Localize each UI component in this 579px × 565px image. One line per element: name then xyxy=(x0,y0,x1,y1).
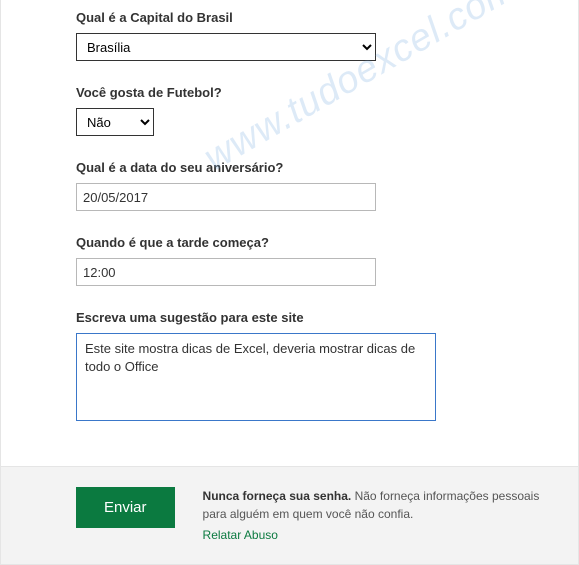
footer-warning-bold: Nunca forneça sua senha. xyxy=(203,489,352,503)
label-capital: Qual é a Capital do Brasil xyxy=(76,10,503,25)
footer-warning: Nunca forneça sua senha. Não forneça inf… xyxy=(203,487,546,544)
input-aniversario[interactable] xyxy=(76,183,376,211)
label-futebol: Você gosta de Futebol? xyxy=(76,85,503,100)
footer: Enviar Nunca forneça sua senha. Não forn… xyxy=(1,466,578,564)
form-area: Qual é a Capital do Brasil Brasília Você… xyxy=(1,0,578,466)
select-capital[interactable]: Brasília xyxy=(76,33,376,61)
label-aniversario: Qual é a data do seu aniversário? xyxy=(76,160,503,175)
report-abuse-link[interactable]: Relatar Abuso xyxy=(203,526,278,544)
field-sugestao: Escreva uma sugestão para este site xyxy=(76,310,503,426)
label-tarde: Quando é que a tarde começa? xyxy=(76,235,503,250)
form-container: www.tudoexcel.com.br Qual é a Capital do… xyxy=(0,0,579,565)
field-futebol: Você gosta de Futebol? Não xyxy=(76,85,503,136)
field-capital: Qual é a Capital do Brasil Brasília xyxy=(76,10,503,61)
field-tarde: Quando é que a tarde começa? xyxy=(76,235,503,286)
textarea-sugestao[interactable] xyxy=(76,333,436,421)
submit-button[interactable]: Enviar xyxy=(76,487,175,528)
label-sugestao: Escreva uma sugestão para este site xyxy=(76,310,503,325)
select-futebol[interactable]: Não xyxy=(76,108,154,136)
field-aniversario: Qual é a data do seu aniversário? xyxy=(76,160,503,211)
input-tarde[interactable] xyxy=(76,258,376,286)
